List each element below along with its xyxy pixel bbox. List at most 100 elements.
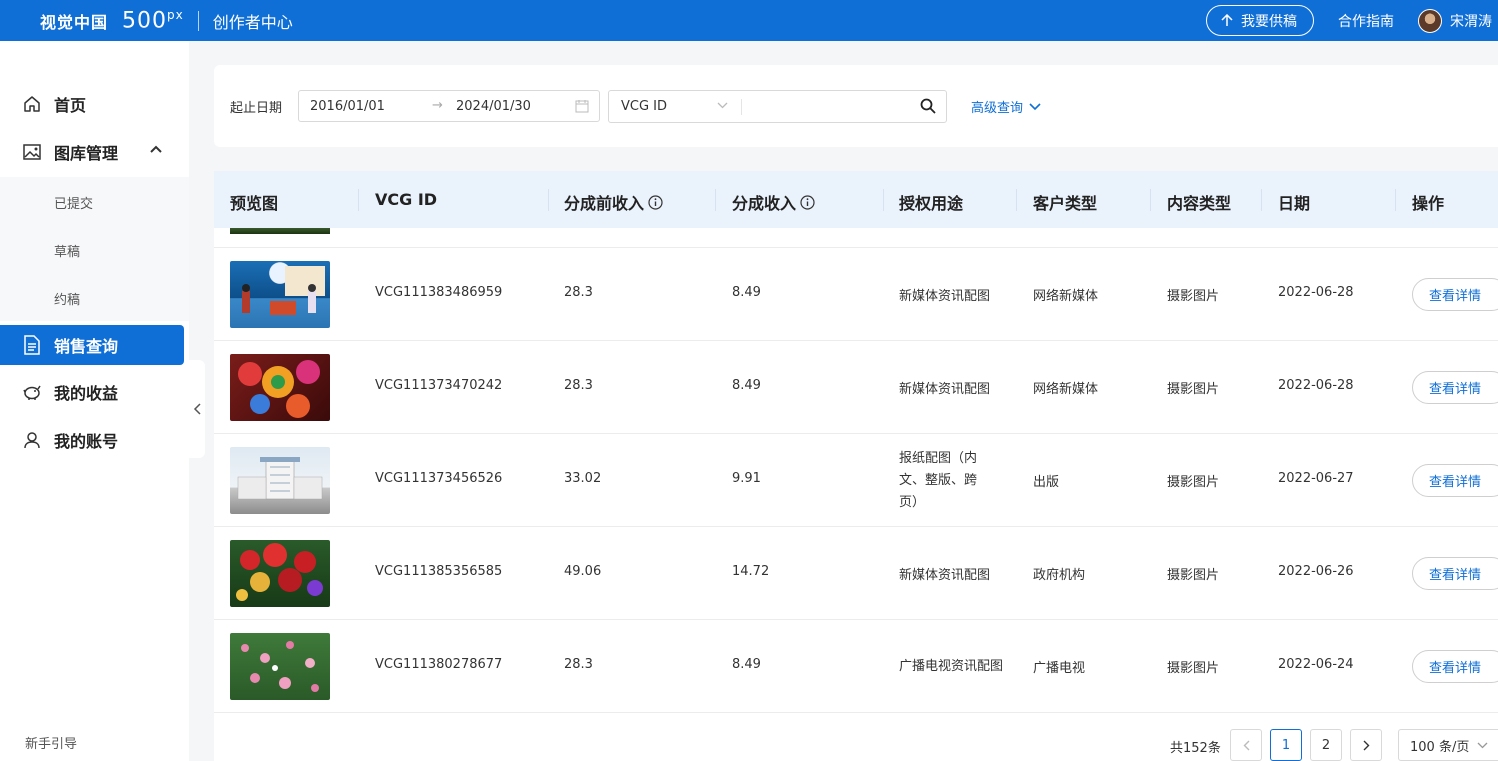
piggy-bank-icon	[22, 382, 42, 402]
chevron-right-icon	[1363, 740, 1369, 750]
avatar	[1418, 8, 1442, 33]
share-income: 8.49	[732, 285, 761, 300]
license-usage: 广播电视资讯配图	[899, 658, 1004, 674]
next-page-button[interactable]	[1350, 729, 1382, 761]
building-image	[237, 457, 323, 500]
license-usage: 报纸配图（内文、整版、跨页）	[899, 450, 978, 510]
image-icon	[22, 142, 42, 162]
document-icon	[22, 335, 42, 355]
newbie-guide-link[interactable]: 新手引导	[25, 733, 77, 752]
date-end-value[interactable]: 2024/01/30	[456, 99, 531, 114]
top-bar: 视觉中国 500px 创作者中心 我要供稿 合作指南 宋渭涛	[0, 0, 1498, 41]
search-type-select[interactable]: VCG ID	[621, 99, 667, 114]
sidebar-item-label: 我的账号	[54, 432, 119, 451]
sale-date: 2022-06-27	[1278, 471, 1354, 486]
page-button-1[interactable]: 1	[1270, 729, 1302, 761]
content-type: 摄影图片	[1167, 475, 1220, 490]
client-type: 网络新媒体	[1033, 382, 1099, 397]
pre-share-income: 28.3	[564, 657, 593, 672]
sale-date: 2022-06-28	[1278, 285, 1354, 300]
share-income: 9.91	[732, 471, 761, 486]
logo-divider	[197, 10, 199, 31]
cooperation-guide-link[interactable]: 合作指南	[1338, 11, 1394, 31]
view-details-button[interactable]: 查看详情	[1412, 557, 1498, 590]
sidebar-item-sales[interactable]: 销售查询	[0, 325, 184, 365]
preview-thumbnail[interactable]	[230, 228, 330, 234]
prev-page-button[interactable]	[1230, 729, 1262, 761]
search-icon[interactable]	[920, 98, 936, 114]
creator-center-title: 创作者中心	[212, 12, 293, 32]
sidebar-item-label: 图库管理	[54, 144, 119, 163]
chevron-up-icon	[150, 145, 162, 153]
page-size-select[interactable]: 100 条/页	[1398, 729, 1498, 761]
table-row: VCG111373456526 33.02 9.91 报纸配图（内文、整版、跨页…	[214, 434, 1498, 527]
date-start-value[interactable]: 2016/01/01	[310, 99, 385, 114]
pagination: 共152条 1 2 100 条/页	[214, 723, 1498, 761]
table-header: 预览图 VCG ID 分成前收入 分成收入 授权用途 客户类型 内容类型 日期 …	[214, 171, 1498, 228]
column-divider	[358, 189, 359, 211]
column-divider	[1395, 189, 1396, 211]
column-share-income: 分成收入	[732, 190, 815, 214]
view-details-button[interactable]: 查看详情	[1412, 464, 1498, 497]
chevron-down-icon	[717, 102, 728, 109]
info-icon[interactable]	[648, 194, 663, 210]
view-details-button[interactable]: 查看详情	[1412, 650, 1498, 683]
calendar-icon	[575, 100, 589, 113]
brand-logo-500px[interactable]: 500px	[122, 8, 184, 33]
brand-logo-cn[interactable]: 视觉中国	[40, 9, 108, 33]
preview-thumbnail[interactable]	[230, 540, 330, 607]
client-type: 广播电视	[1033, 661, 1086, 676]
view-details-button[interactable]: 查看详情	[1412, 278, 1498, 311]
info-icon[interactable]	[800, 194, 815, 210]
table-row: VCG111383486959 28.3 8.49 新媒体资讯配图 网络新媒体 …	[214, 248, 1498, 341]
user-menu[interactable]: 宋渭涛	[1418, 8, 1498, 33]
pre-share-income: 33.02	[564, 471, 602, 486]
sidebar-item-account[interactable]: 我的账号	[0, 420, 184, 460]
date-range-picker[interactable]: 2016/01/01 → 2024/01/30	[298, 90, 600, 122]
view-details-button[interactable]: 查看详情	[1412, 371, 1498, 404]
sidebar-collapse-toggle[interactable]	[189, 360, 205, 458]
preview-thumbnail[interactable]	[230, 447, 330, 514]
sachet-decorations-image	[236, 543, 323, 601]
submenu-item-commission[interactable]: 约稿	[54, 289, 80, 308]
advanced-query-toggle[interactable]: 高级查询	[971, 97, 1041, 116]
client-type: 政府机构	[1033, 568, 1086, 583]
share-income: 8.49	[732, 378, 761, 393]
date-range-label: 起止日期	[230, 101, 283, 116]
pre-share-income: 28.3	[564, 378, 593, 393]
column-divider	[548, 189, 549, 211]
chevron-left-icon	[1243, 740, 1249, 750]
client-type: 出版	[1033, 475, 1060, 490]
page-size-value: 100 条/页	[1410, 739, 1470, 755]
gallery-submenu: 已提交 草稿 约稿	[0, 177, 189, 321]
id-search-box: VCG ID	[608, 90, 947, 123]
sidebar-item-gallery[interactable]: 图库管理	[0, 132, 184, 172]
search-input[interactable]	[749, 95, 909, 119]
column-divider	[1261, 189, 1262, 211]
sale-date: 2022-06-24	[1278, 657, 1354, 672]
sale-date: 2022-06-26	[1278, 564, 1354, 579]
supply-button[interactable]: 我要供稿	[1206, 5, 1314, 36]
column-divider	[883, 189, 884, 211]
submenu-item-draft[interactable]: 草稿	[54, 241, 80, 260]
user-icon	[22, 430, 42, 450]
vcg-id: VCG111380278677	[375, 657, 503, 672]
column-divider	[715, 189, 716, 211]
sales-table: 预览图 VCG ID 分成前收入 分成收入 授权用途 客户类型 内容类型 日期 …	[214, 171, 1498, 761]
column-preview: 预览图	[230, 194, 279, 213]
pre-share-income: 28.3	[564, 285, 593, 300]
preview-thumbnail[interactable]	[230, 633, 330, 700]
preview-thumbnail[interactable]	[230, 261, 330, 328]
content-type: 摄影图片	[1167, 382, 1220, 397]
advanced-query-label: 高级查询	[971, 101, 1024, 116]
submenu-item-submitted[interactable]: 已提交	[54, 193, 93, 212]
sidebar-item-earnings[interactable]: 我的收益	[0, 372, 184, 412]
preview-thumbnail[interactable]	[230, 354, 330, 421]
column-date: 日期	[1278, 194, 1311, 213]
user-name: 宋渭涛	[1450, 13, 1492, 30]
share-income: 14.72	[732, 564, 770, 579]
sidebar-item-home[interactable]: 首页	[0, 84, 184, 124]
page-button-2[interactable]: 2	[1310, 729, 1342, 761]
search-divider	[741, 99, 742, 115]
license-usage: 新媒体资讯配图	[899, 289, 991, 304]
